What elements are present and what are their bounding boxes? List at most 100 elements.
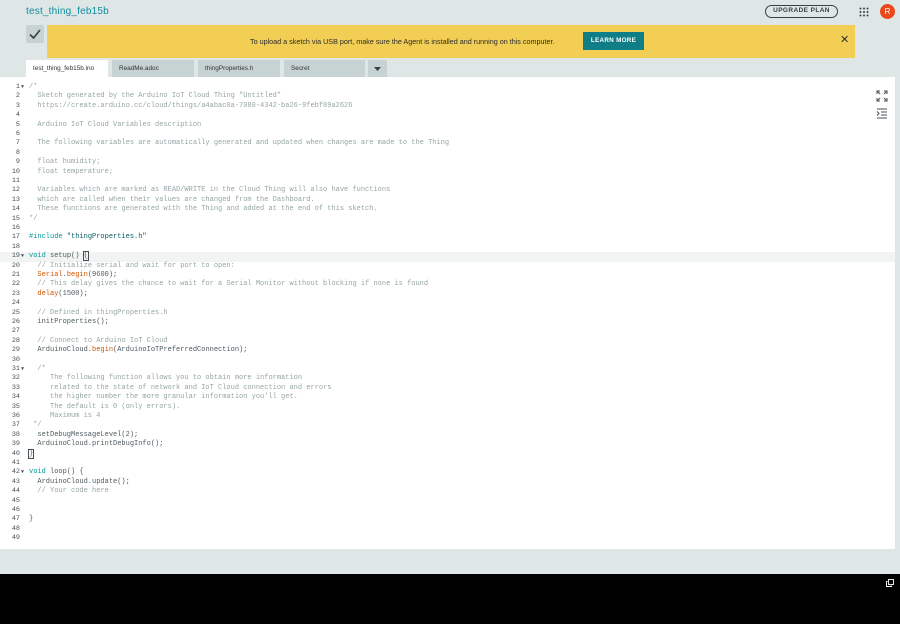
code-line[interactable]: 20 // Initialize serial and wait for por… [0, 262, 895, 271]
code-line[interactable]: 46 [0, 506, 895, 515]
fold-arrow-icon[interactable]: ▼ [21, 252, 24, 261]
code-line[interactable]: 28 // Connect to Arduino IoT Cloud [0, 337, 895, 346]
code-line[interactable]: 15 */ [0, 215, 895, 224]
code-line[interactable]: 45 [0, 497, 895, 506]
code-line[interactable]: 21 Serial.begin(9600); [0, 271, 895, 280]
code-line[interactable]: 32 The following function allows you to … [0, 374, 895, 383]
tab-readme[interactable]: ReadMe.adoc [112, 60, 194, 77]
code-line[interactable]: 5 Arduino IoT Cloud Variables descriptio… [0, 121, 895, 130]
code-line[interactable]: 18 [0, 243, 895, 252]
code-text: /* [29, 83, 38, 91]
code-line[interactable]: 41 [0, 459, 895, 468]
line-number: 45 [11, 496, 20, 505]
code-line[interactable]: 40} [0, 448, 895, 459]
code-text: // Connect to Arduino IoT Cloud [37, 336, 168, 345]
expand-icon[interactable] [876, 90, 888, 102]
close-icon[interactable]: ✕ [840, 34, 849, 46]
code-line[interactable]: 34 the higher number the more granular i… [0, 393, 895, 402]
code-line[interactable]: 30 [0, 356, 895, 365]
code-editor[interactable]: 1 ▼/* 2 Sketch generated by the Arduino Io… [0, 77, 895, 549]
code-text: the higher number the more granular info… [29, 393, 298, 402]
line-number: 31 [11, 365, 20, 373]
upgrade-plan-button[interactable]: UPGRADE PLAN [765, 5, 838, 18]
code-text: which are called when their values are c… [29, 195, 315, 204]
code-line[interactable]: 4 [0, 111, 895, 120]
code-line[interactable]: 9 float humidity; [0, 158, 895, 167]
check-icon [29, 29, 41, 40]
code-line[interactable]: 14 These functions are generated with th… [0, 205, 895, 214]
line-number: 33 [11, 383, 20, 392]
copy-icon[interactable] [886, 579, 894, 587]
code-text: Maximum is 4 [29, 412, 101, 420]
line-number: 26 [11, 318, 20, 326]
code-text: The default is 0 (only errors). [29, 402, 181, 411]
code-text: delay(1500); [37, 289, 88, 298]
code-line[interactable]: 48 [0, 525, 895, 534]
code-text: #include "thingProperties.h" [29, 233, 147, 242]
code-text: void loop() { [29, 468, 84, 477]
code-line[interactable]: 31 ▼ /* [0, 365, 895, 374]
code-text: The following function allows you to obt… [29, 374, 303, 383]
agent-warning-banner: To upload a sketch via USB port, make su… [47, 25, 855, 58]
indent-icon[interactable] [876, 108, 888, 120]
tab-thing-properties[interactable]: thingProperties.h [198, 60, 280, 77]
code-text: void setup() { [29, 251, 89, 262]
code-line[interactable]: 38 setDebugMessageLevel(2); [0, 431, 895, 440]
code-line[interactable]: 22 // This delay gives the chance to wai… [0, 280, 895, 289]
line-number: 49 [11, 534, 20, 543]
code-line[interactable]: 8 [0, 149, 895, 158]
code-line[interactable]: 36 Maximum is 4 [0, 412, 895, 421]
code-line[interactable]: 47} [0, 515, 895, 524]
line-number: 30 [11, 355, 20, 364]
code-text: Serial.begin(9600); [37, 271, 118, 279]
code-line[interactable]: 23 delay(1500); [0, 290, 895, 299]
grid-dots-icon[interactable] [859, 7, 869, 17]
fold-arrow-icon[interactable]: ▼ [21, 83, 24, 92]
learn-more-button[interactable]: LEARN MORE [583, 32, 644, 50]
code-line[interactable]: 16 [0, 224, 895, 233]
code-line[interactable]: 6 [0, 130, 895, 139]
code-text: /* [29, 365, 46, 373]
line-number: 11 [11, 177, 20, 185]
code-line[interactable]: 24 [0, 299, 895, 308]
code-line[interactable]: 43 ArduinoCloud.update(); [0, 478, 895, 487]
fold-arrow-icon[interactable]: ▼ [21, 365, 24, 374]
code-line[interactable]: 10 float temperature; [0, 168, 895, 177]
line-number: 8 [15, 148, 20, 157]
tab-sketch-file[interactable]: test_thing_feb15b.ino [26, 60, 108, 77]
verify-button[interactable] [26, 25, 44, 43]
code-line[interactable]: 7 The following variables are automatica… [0, 139, 895, 148]
thing-title[interactable]: test_thing_feb15b [26, 6, 109, 17]
user-avatar[interactable]: R [880, 4, 895, 19]
code-line[interactable]: 1 ▼ /* [0, 83, 895, 92]
line-number: 27 [11, 327, 20, 336]
code-line[interactable]: 35 The default is 0 (only errors). [0, 403, 895, 412]
code-line[interactable]: 37 */ [0, 421, 895, 430]
code-line[interactable]: 19 ▼ void setup() { [0, 251, 895, 262]
line-number: 44 [11, 487, 20, 496]
code-line[interactable]: 11 [0, 177, 895, 186]
code-line[interactable]: 27 [0, 327, 895, 336]
tab-secret[interactable]: Secret [284, 60, 365, 77]
code-line[interactable]: 39 ArduinoCloud.printDebugInfo(); [0, 440, 895, 449]
tab-menu-button[interactable] [368, 60, 387, 77]
code-line[interactable]: 26 initProperties(); [0, 318, 895, 327]
code-line[interactable]: 17 #include "thingProperties.h" [0, 233, 895, 242]
line-number: 5 [15, 120, 20, 129]
code-line[interactable]: 42 ▼ void loop() { [0, 468, 895, 477]
code-line[interactable]: 3 https://create.arduino.cc/cloud/things… [0, 102, 895, 111]
code-line[interactable]: 49 [0, 534, 895, 543]
code-line[interactable]: 25 // Defined in thingProperties.h [0, 309, 895, 318]
line-number: 6 [15, 130, 20, 138]
fold-arrow-icon[interactable]: ▼ [21, 468, 24, 477]
line-number: 21 [11, 271, 20, 279]
code-line[interactable]: 12 Variables which are marked as READ/WR… [0, 186, 895, 195]
code-line[interactable]: 44 // Your code here [0, 487, 895, 496]
code-line[interactable]: 29 ArduinoCloud.begin(ArduinoIoTPreferre… [0, 346, 895, 355]
code-line[interactable]: 33 related to the state of network and I… [0, 384, 895, 393]
code-text: setDebugMessageLevel(2); [29, 430, 139, 439]
code-text: Sketch generated by the Arduino IoT Clou… [29, 92, 282, 101]
code-line[interactable]: 13 which are called when their values ar… [0, 196, 895, 205]
code-line[interactable]: 2 Sketch generated by the Arduino IoT Cl… [0, 92, 895, 101]
line-number: 18 [11, 242, 20, 251]
